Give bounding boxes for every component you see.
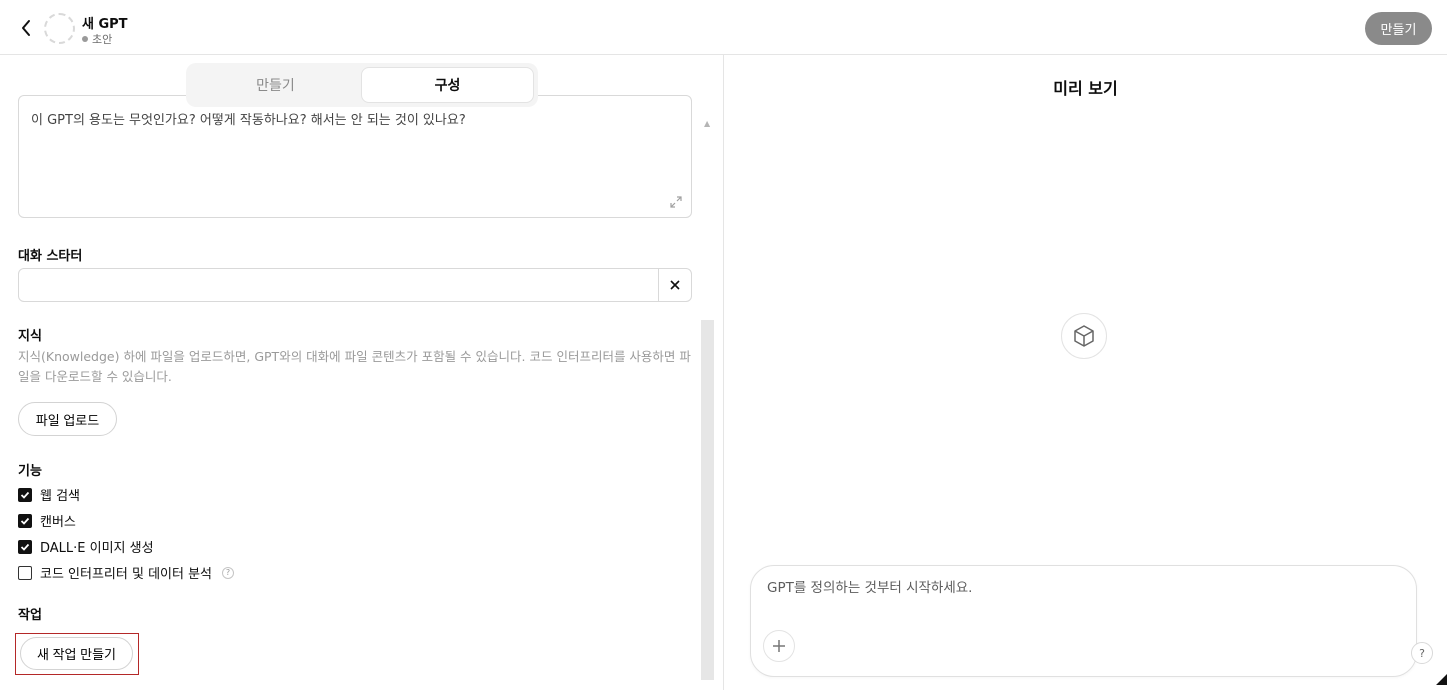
message-composer	[750, 565, 1417, 677]
mode-tabs: 만들기 구성	[186, 63, 538, 107]
gpt-placeholder	[1061, 313, 1107, 359]
gpt-name: 새 GPT	[82, 17, 128, 32]
checkbox-web-search[interactable]	[18, 487, 32, 502]
knowledge-label: 지식	[18, 329, 42, 344]
scroll-up-arrow-icon[interactable]: ▲	[704, 119, 710, 128]
tab-configure[interactable]: 구성	[361, 67, 534, 103]
message-input[interactable]	[767, 580, 1387, 596]
close-icon	[670, 280, 680, 290]
capabilities-label: 기능	[18, 464, 42, 479]
configure-panel: 만들기 구성 이 GPT의 용도는 무엇인가요? 어떻게 작동하나요? 해서는 …	[0, 55, 723, 690]
back-button[interactable]	[14, 14, 38, 42]
attach-button[interactable]	[763, 630, 795, 662]
checkbox-code-interpreter[interactable]	[18, 565, 32, 580]
conversation-starter-field	[18, 268, 692, 302]
capability-code-interpreter: 코드 인터프리터 및 데이터 분석 ?	[18, 563, 235, 582]
upload-files-button[interactable]: 파일 업로드	[18, 402, 117, 436]
top-bar: 새 GPT 초안 만들기	[0, 0, 1447, 55]
conversation-starter-input[interactable]	[19, 269, 658, 301]
gpt-avatar[interactable]	[44, 13, 75, 44]
tab-create[interactable]: 만들기	[190, 67, 361, 103]
capability-label: 코드 인터프리터 및 데이터 분석	[40, 567, 213, 582]
capability-label: DALL·E 이미지 생성	[40, 541, 154, 556]
create-new-action-button[interactable]: 새 작업 만들기	[20, 637, 133, 670]
preview-panel: 미리 보기 ?	[724, 55, 1447, 690]
info-icon[interactable]: ?	[222, 566, 235, 579]
capability-canvas: 캔버스	[18, 511, 76, 530]
clear-starter-button[interactable]	[658, 269, 691, 301]
conversation-starters-label: 대화 스타터	[18, 249, 83, 264]
check-icon	[20, 491, 30, 499]
corner-triangle-icon: ◢	[1436, 668, 1447, 687]
instructions-textarea[interactable]: 이 GPT의 용도는 무엇인가요? 어떻게 작동하나요? 해서는 안 되는 것이…	[18, 95, 692, 218]
preview-title: 미리 보기	[1053, 79, 1118, 98]
status-text: 초안	[92, 33, 113, 46]
gpt-status: 초안	[82, 31, 112, 47]
capability-dalle: DALL·E 이미지 생성	[18, 537, 154, 556]
cube-icon	[1074, 325, 1094, 347]
capability-label: 웹 검색	[40, 489, 81, 504]
chevron-left-icon	[22, 20, 30, 36]
instructions-text: 이 GPT의 용도는 무엇인가요? 어떻게 작동하나요? 해서는 안 되는 것이…	[31, 113, 466, 128]
knowledge-description: 지식(Knowledge) 하에 파일을 업로드하면, GPT와의 대화에 파일…	[18, 349, 691, 384]
scrollbar[interactable]	[701, 320, 714, 680]
capability-label: 캔버스	[40, 515, 76, 530]
check-icon	[20, 517, 30, 525]
checkbox-dalle[interactable]	[18, 539, 32, 554]
plus-icon	[773, 640, 785, 652]
expand-icon[interactable]	[669, 195, 683, 209]
create-button[interactable]: 만들기	[1365, 12, 1432, 45]
status-dot-icon	[82, 36, 88, 42]
help-button[interactable]: ?	[1411, 642, 1433, 664]
capability-web-search: 웹 검색	[18, 485, 80, 504]
checkbox-canvas[interactable]	[18, 513, 32, 528]
check-icon	[20, 543, 30, 551]
highlight-box: 새 작업 만들기	[15, 633, 139, 675]
actions-label: 작업	[18, 608, 42, 623]
